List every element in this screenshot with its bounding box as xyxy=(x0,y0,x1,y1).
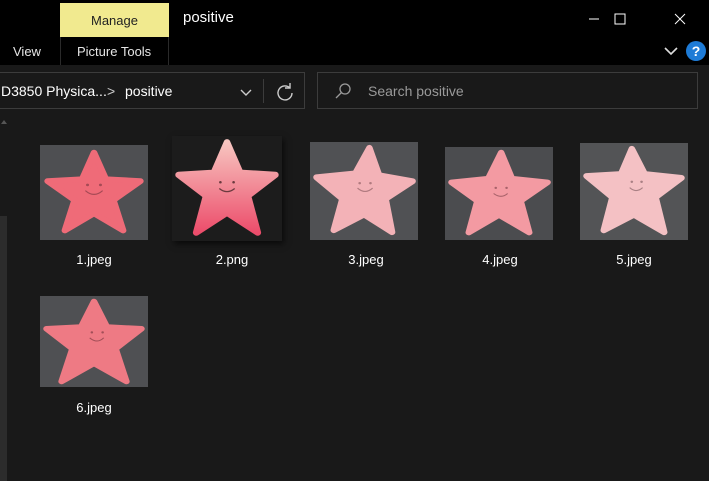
thumbnail xyxy=(310,142,418,240)
star-image-icon xyxy=(40,296,148,387)
search-box[interactable]: Search positive xyxy=(317,72,698,109)
search-icon xyxy=(335,83,351,99)
navigation-bar: D3850 Physica... > positive Search posit… xyxy=(0,65,709,116)
title-bar: Manage positive xyxy=(0,0,709,37)
tab-picture-tools[interactable]: Picture Tools xyxy=(77,44,151,59)
file-name: 5.jpeg xyxy=(616,252,652,267)
star-image-icon xyxy=(445,147,553,240)
search-input[interactable]: Search positive xyxy=(368,83,464,99)
tab-view[interactable]: View xyxy=(13,44,41,59)
file-name: 4.jpeg xyxy=(482,252,518,267)
file-item[interactable]: 2.png xyxy=(172,136,292,276)
file-item[interactable]: 6.jpeg xyxy=(34,284,154,424)
maximize-icon xyxy=(614,13,626,24)
scroll-up-arrow-icon[interactable] xyxy=(1,120,7,124)
address-divider xyxy=(263,79,264,103)
star-image-icon xyxy=(580,143,688,240)
file-name: 1.jpeg xyxy=(76,252,112,267)
star-image-icon xyxy=(175,139,279,236)
thumbnail xyxy=(40,296,148,387)
star-image-icon xyxy=(310,142,418,240)
star-image-icon xyxy=(40,145,148,240)
file-item[interactable]: 1.jpeg xyxy=(34,136,154,276)
refresh-icon[interactable] xyxy=(274,81,296,103)
breadcrumb-separator[interactable]: > xyxy=(107,83,115,99)
maximize-button[interactable] xyxy=(597,0,643,37)
thumbnail xyxy=(172,136,282,241)
expand-ribbon-chevron-icon[interactable] xyxy=(663,43,679,59)
breadcrumb-current[interactable]: positive xyxy=(125,83,172,99)
address-bar[interactable]: D3850 Physica... > positive xyxy=(0,72,305,109)
thumbnail xyxy=(40,145,148,240)
file-item[interactable]: 5.jpeg xyxy=(574,136,694,276)
navigation-pane-scrollbar[interactable] xyxy=(0,116,10,481)
help-icon[interactable]: ? xyxy=(686,41,706,61)
window-title: positive xyxy=(183,9,234,26)
ribbon-tabs: View Picture Tools ? xyxy=(0,37,709,65)
address-history-chevron-icon[interactable] xyxy=(237,83,255,101)
file-name: 6.jpeg xyxy=(76,400,112,415)
file-name: 3.jpeg xyxy=(348,252,384,267)
breadcrumb-parent[interactable]: D3850 Physica... xyxy=(1,83,107,99)
file-item[interactable]: 4.jpeg xyxy=(440,136,560,276)
scrollbar-thumb[interactable] xyxy=(0,216,7,481)
file-explorer-window: Manage positive View Picture Tools ? D38… xyxy=(0,0,709,481)
manage-tab[interactable]: Manage xyxy=(60,3,169,37)
close-button[interactable] xyxy=(657,0,703,37)
file-item[interactable]: 3.jpeg xyxy=(306,136,426,276)
file-name: 2.png xyxy=(215,252,249,267)
thumbnail xyxy=(445,147,553,240)
close-icon xyxy=(674,13,686,24)
thumbnail xyxy=(580,143,688,240)
